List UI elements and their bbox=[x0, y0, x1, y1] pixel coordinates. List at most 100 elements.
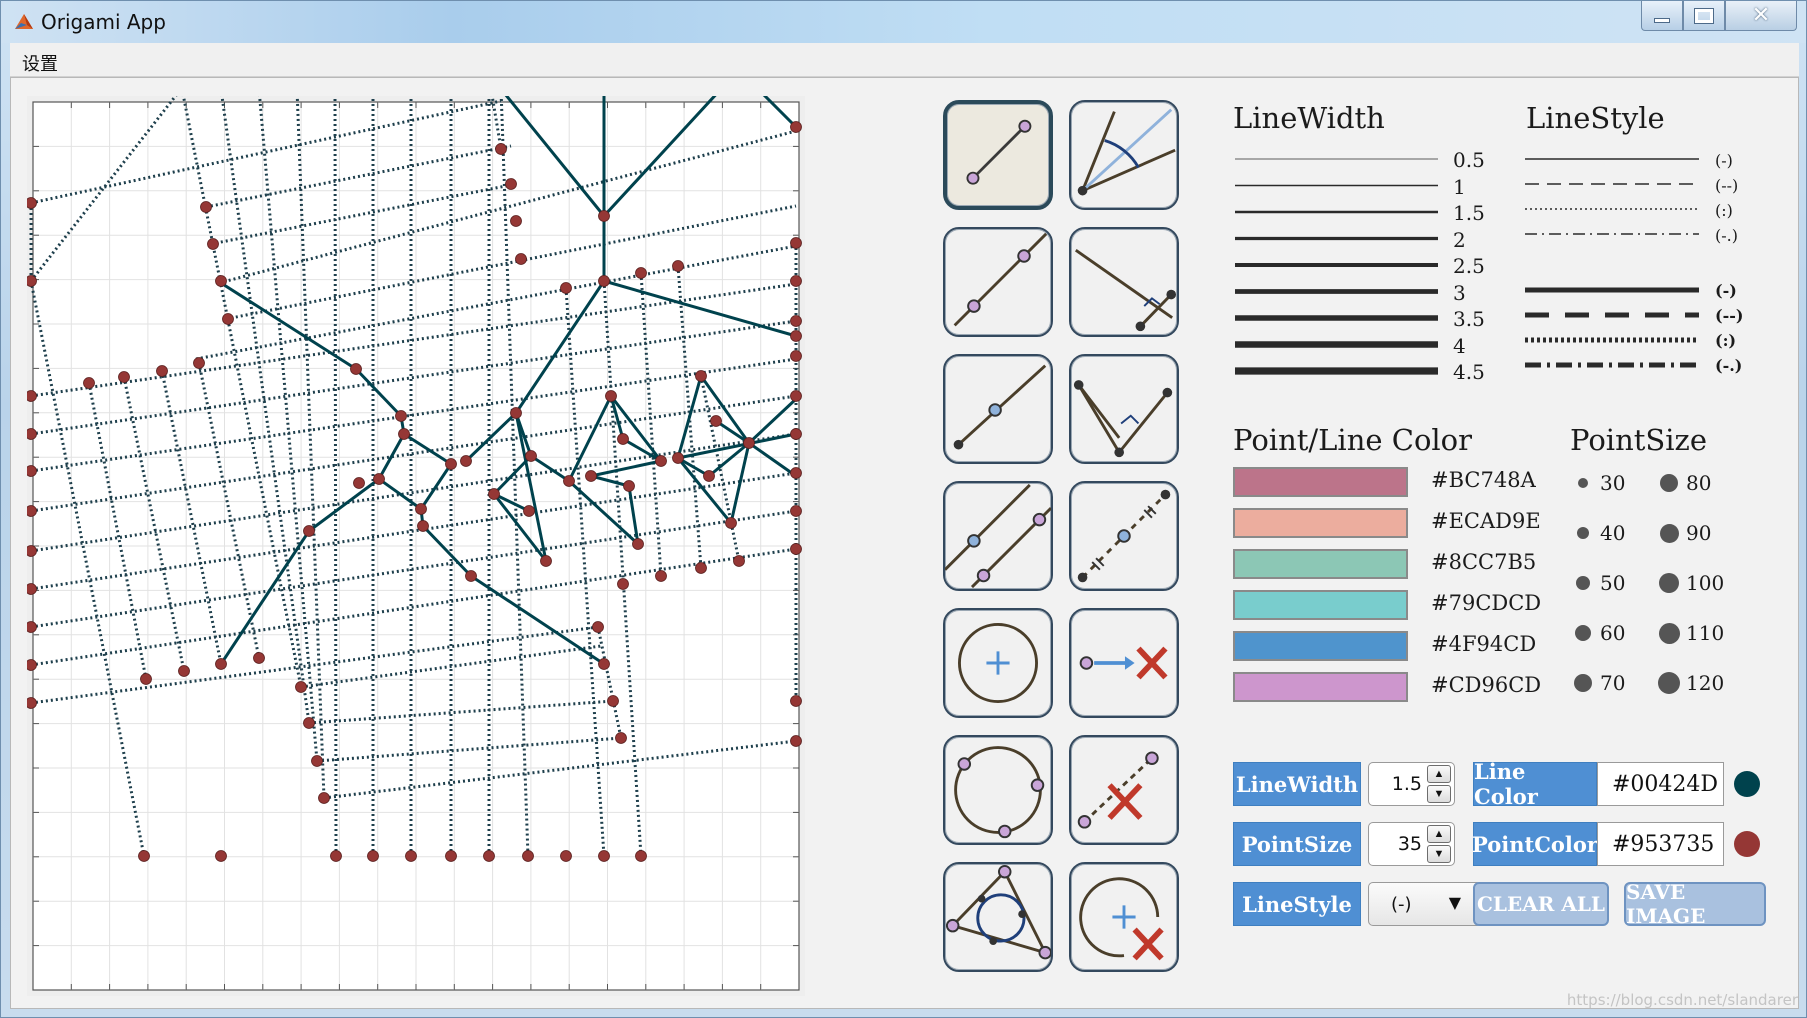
linewidth-option: 1.5 bbox=[1453, 201, 1485, 225]
pointcolor-label: PointColor bbox=[1472, 822, 1598, 866]
linestyle-option: (-.) bbox=[1715, 226, 1738, 245]
three-point-circle-tool[interactable] bbox=[943, 735, 1053, 845]
maximize-icon bbox=[1694, 7, 1714, 24]
menu-settings[interactable]: 设置 bbox=[22, 50, 58, 76]
maximize-button[interactable] bbox=[1683, 1, 1725, 31]
pointsize-dot bbox=[1658, 672, 1680, 694]
minimize-button[interactable] bbox=[1641, 1, 1683, 31]
color-swatch[interactable] bbox=[1233, 467, 1408, 497]
linewidth-spinner[interactable]: 1.5 ▲ ▼ bbox=[1368, 762, 1455, 806]
pointsize-option: 50 bbox=[1600, 571, 1626, 595]
linecolor-label: Line Color bbox=[1473, 759, 1597, 809]
linecolor-input[interactable]: #00424D bbox=[1597, 762, 1724, 806]
pointsize-down-arrow-icon[interactable]: ▼ bbox=[1427, 845, 1451, 863]
pointsize-dot bbox=[1578, 478, 1588, 488]
delete-circle-tool[interactable] bbox=[1069, 862, 1179, 972]
color-code: #4F94CD bbox=[1431, 632, 1537, 656]
linestyle-option-thick: (-) bbox=[1715, 281, 1737, 300]
pointsize-option: 90 bbox=[1686, 521, 1712, 545]
app-window: Origami App ✕ 设置 LineWidth LineStyle 0.5… bbox=[0, 0, 1807, 1018]
parallel-line-icon bbox=[945, 483, 1051, 589]
origami-canvas[interactable] bbox=[27, 96, 805, 996]
linewidth-option: 1 bbox=[1453, 174, 1466, 199]
linestyle-dropdown[interactable]: (-) ▼ bbox=[1368, 882, 1482, 926]
linestyle-option: (-) bbox=[1715, 151, 1733, 170]
pointsize-option: 40 bbox=[1600, 521, 1626, 545]
linewidth-option: 3.5 bbox=[1453, 307, 1485, 331]
perpendicular-line-icon bbox=[1073, 380, 1173, 458]
linewidth-option: 0.5 bbox=[1453, 148, 1485, 172]
pointcolor-input[interactable]: #953735 bbox=[1597, 822, 1724, 866]
perpendicular-bisector-tool[interactable] bbox=[1069, 481, 1179, 591]
linewidth-option: 2.5 bbox=[1453, 254, 1485, 278]
color-swatch[interactable] bbox=[1233, 549, 1408, 579]
close-icon: ✕ bbox=[1751, 3, 1771, 28]
linewidth-down-arrow-icon[interactable]: ▼ bbox=[1427, 785, 1451, 803]
save-image-button[interactable]: SAVE IMAGE bbox=[1624, 880, 1766, 928]
parallel-line-tool[interactable] bbox=[943, 481, 1053, 591]
close-button[interactable]: ✕ bbox=[1725, 1, 1797, 31]
three-point-circle-icon bbox=[954, 746, 1045, 839]
matlab-app-icon bbox=[15, 14, 33, 29]
linewidth-option: 2 bbox=[1453, 227, 1466, 252]
window-title: Origami App bbox=[41, 10, 166, 34]
linestyle-option-thick: (-.) bbox=[1715, 356, 1743, 375]
delete-circle-icon bbox=[1079, 877, 1164, 961]
two-point-line-tool[interactable] bbox=[943, 100, 1053, 210]
linewidth-option: 4.5 bbox=[1453, 360, 1485, 384]
linewidth-label: LineWidth bbox=[1233, 762, 1361, 806]
pointsize-dot bbox=[1576, 576, 1590, 590]
color-code: #BC748A bbox=[1431, 468, 1536, 492]
pointsize-label: PointSize bbox=[1233, 822, 1361, 866]
angle-bisector-icon bbox=[1077, 108, 1176, 196]
pointsize-value: 35 bbox=[1397, 833, 1422, 855]
linestyle-option: (--) bbox=[1715, 176, 1739, 195]
pointsize-dot bbox=[1659, 523, 1679, 543]
linewidth-option: 4 bbox=[1453, 333, 1466, 358]
pointsize-option: 30 bbox=[1600, 471, 1626, 495]
color-code: #ECAD9E bbox=[1431, 509, 1541, 533]
line-through-points-tool[interactable] bbox=[943, 227, 1053, 337]
clear-all-button[interactable]: CLEAR ALL bbox=[1473, 882, 1609, 926]
linewidth-samples bbox=[1235, 158, 1438, 375]
linestyle-option-thick: (:) bbox=[1715, 331, 1737, 350]
circle-center-tool[interactable] bbox=[943, 608, 1053, 718]
perpendicular-line-tool[interactable] bbox=[1069, 354, 1179, 464]
pointsize-title: PointSize bbox=[1570, 423, 1707, 457]
pointsize-up-arrow-icon[interactable]: ▲ bbox=[1427, 825, 1451, 843]
pointsize-option: 110 bbox=[1686, 621, 1725, 645]
midpoint-tool[interactable] bbox=[943, 354, 1053, 464]
color-swatch[interactable] bbox=[1233, 631, 1408, 661]
minimize-icon bbox=[1654, 18, 1670, 23]
watermark: https://blog.csdn.net/slandarer bbox=[1566, 991, 1798, 1009]
inscribed-circle-icon bbox=[945, 864, 1051, 960]
linestyle-dropdown-value: (-) bbox=[1391, 894, 1412, 915]
pointsize-spinner[interactable]: 35 ▲ ▼ bbox=[1368, 822, 1455, 866]
color-swatch[interactable] bbox=[1233, 590, 1408, 620]
linewidth-title: LineWidth bbox=[1233, 101, 1385, 135]
pointsize-dot bbox=[1659, 573, 1679, 593]
perpendicular-foot-tool[interactable] bbox=[1069, 227, 1179, 337]
linewidth-value: 1.5 bbox=[1391, 773, 1422, 795]
angle-bisector-tool[interactable] bbox=[1069, 100, 1179, 210]
perpendicular-bisector-icon bbox=[1077, 489, 1171, 583]
color-code: #79CDCD bbox=[1431, 591, 1542, 615]
midpoint-icon bbox=[953, 364, 1047, 450]
pointsize-dot bbox=[1658, 622, 1680, 644]
linestyle-label: LineStyle bbox=[1233, 882, 1361, 926]
pointsize-option: 120 bbox=[1686, 671, 1725, 695]
line-through-points-icon bbox=[953, 232, 1048, 327]
delete-line-tool[interactable] bbox=[1069, 735, 1179, 845]
linestyle-title: LineStyle bbox=[1526, 101, 1665, 135]
pointsize-option: 60 bbox=[1600, 621, 1626, 645]
inscribed-circle-tool[interactable] bbox=[943, 862, 1053, 972]
color-title: Point/Line Color bbox=[1233, 423, 1473, 457]
color-swatch[interactable] bbox=[1233, 508, 1408, 538]
delete-point-tool[interactable] bbox=[1069, 608, 1179, 718]
delete-line-icon bbox=[1077, 751, 1159, 829]
pointsize-dot bbox=[1574, 674, 1592, 692]
linestyle-option-thick: (--) bbox=[1715, 306, 1744, 325]
pointsize-dot bbox=[1575, 625, 1591, 641]
linewidth-up-arrow-icon[interactable]: ▲ bbox=[1427, 765, 1451, 783]
color-swatch[interactable] bbox=[1233, 672, 1408, 702]
